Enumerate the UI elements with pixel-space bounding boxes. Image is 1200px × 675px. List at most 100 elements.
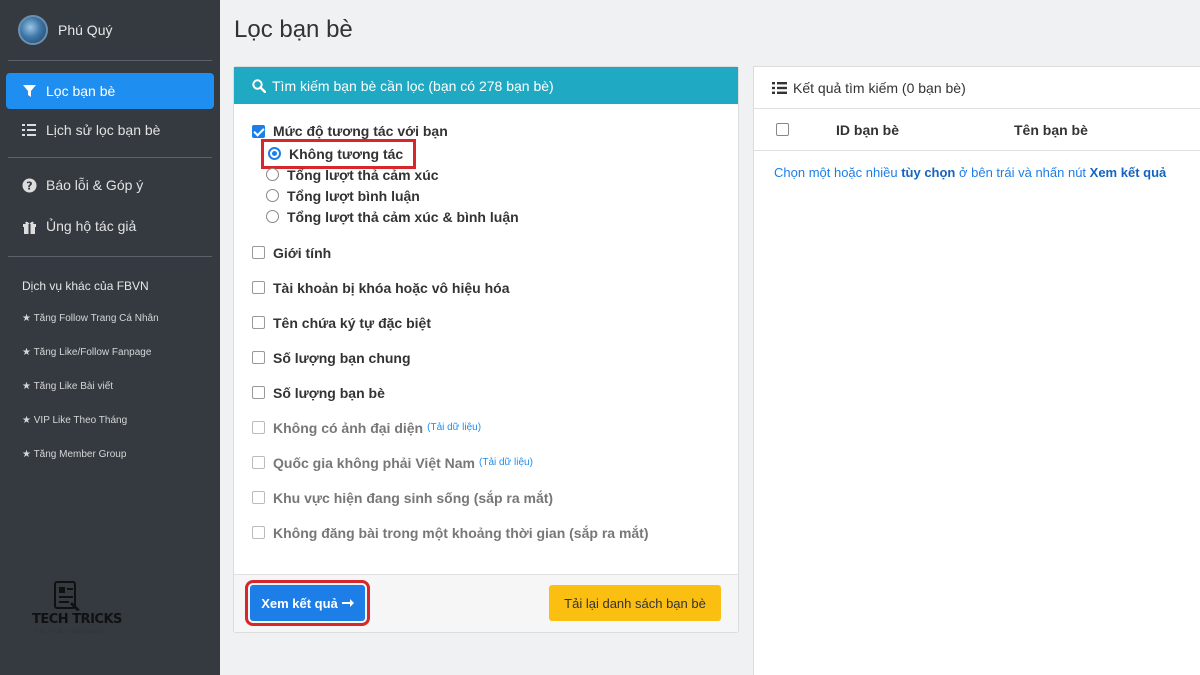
service-link[interactable]: ★ Tăng Follow Trang Cá Nhân (0, 301, 220, 335)
filter-options: Mức độ tương tác với bạn Không tương tác… (234, 104, 738, 550)
filter-panel-title: Tìm kiếm bạn bè cần lọc (bạn có 278 bạn … (272, 77, 554, 94)
main-nav: Lọc bạn bè Lịch sử lọc bạn bè (0, 61, 220, 157)
view-results-button[interactable]: Xem kết quả (245, 580, 370, 626)
hint-text: Chọn một hoặc nhiều (774, 165, 902, 180)
result-table-header: ID bạn bè Tên bạn bè (754, 109, 1200, 151)
nav-item-label: Lịch sử lọc bạn bè (46, 122, 161, 138)
empty-hint: Chọn một hoặc nhiều tùy chọn ở bên trái … (754, 151, 1200, 180)
logo-mark-icon (54, 581, 80, 611)
option-checkbox[interactable] (252, 386, 265, 399)
page-title: Lọc bạn bè (234, 16, 353, 43)
radio-label: Tổng lượt thả cảm xúc & bình luận (287, 208, 519, 225)
svg-text:?: ? (26, 179, 32, 192)
radio-button[interactable] (266, 189, 279, 202)
option-gender[interactable]: Giới tính (252, 235, 738, 270)
nav-item-filter-friends[interactable]: Lọc bạn bè (6, 73, 214, 109)
interaction-radio-group: Không tương tác Tổng lượt thả cảm xúc Tổ… (252, 138, 738, 227)
question-circle-icon: ? (20, 178, 38, 193)
radio-reactions-and-comments[interactable]: Tổng lượt thả cảm xúc & bình luận (266, 206, 738, 227)
service-link[interactable]: ★ VIP Like Theo Tháng (0, 403, 220, 437)
load-data-link[interactable]: (Tải dữ liệu) (427, 422, 481, 433)
option-label: Không có ảnh đại diện (273, 419, 424, 436)
list-icon (772, 81, 787, 94)
column-header-name: Tên bạn bè (1014, 121, 1088, 138)
option-special-chars[interactable]: Tên chứa ký tự đặc biệt (252, 305, 738, 340)
avatar[interactable] (18, 15, 48, 45)
profile[interactable]: Phú Quý (0, 0, 220, 60)
option-friend-count[interactable]: Số lượng bạn bè (252, 375, 738, 410)
sidebar: Phú Quý Lọc bạn bè Lịch sử lọc bạn bè ? … (0, 0, 220, 675)
filter-icon (20, 84, 38, 98)
result-panel: Kết quả tìm kiếm (0 bạn bè) ID bạn bè Tê… (753, 66, 1200, 675)
hint-bold: Xem kết quả (1089, 165, 1167, 180)
option-checkbox[interactable] (252, 421, 265, 434)
radio-label: Không tương tác (289, 145, 404, 162)
option-label: Khu vực hiện đang sinh sống (sắp ra mắt) (273, 489, 554, 506)
result-panel-header: Kết quả tìm kiếm (0 bạn bè) (754, 67, 1200, 109)
radio-no-interaction[interactable]: Không tương tác (260, 138, 738, 169)
nav-item-label: Ủng hộ tác giả (46, 218, 137, 234)
option-checkbox[interactable] (252, 281, 265, 294)
profile-name: Phú Quý (58, 22, 113, 38)
load-data-link[interactable]: (Tải dữ liệu) (479, 457, 533, 468)
hint-text: ở bên trái và nhấn nút (955, 165, 1090, 180)
option-label: Giới tính (273, 244, 332, 261)
radio-label: Tổng lượt thả cảm xúc (287, 166, 439, 183)
option-checkbox[interactable] (252, 526, 265, 539)
option-label: Số lượng bạn chung (273, 349, 411, 366)
radio-button[interactable] (266, 168, 279, 181)
service-link[interactable]: ★ Tăng Member Group (0, 437, 220, 471)
nav-item-label: Lọc bạn bè (46, 83, 116, 99)
radio-label: Tổng lượt bình luận (287, 187, 420, 204)
services-title: Dịch vụ khác của FBVN (22, 279, 149, 293)
option-checkbox[interactable] (252, 246, 265, 259)
interaction-level-option[interactable]: Mức độ tương tác với bạn (252, 121, 738, 141)
arrow-right-icon (341, 598, 354, 608)
interaction-level-checkbox[interactable] (252, 124, 265, 138)
service-link[interactable]: ★ Tăng Like Bài viết (0, 369, 220, 403)
nav-item-donate[interactable]: Ủng hộ tác giả (6, 207, 214, 245)
option-checkbox[interactable] (252, 351, 265, 364)
column-header-id: ID bạn bè (836, 121, 900, 138)
search-icon (252, 78, 266, 93)
option-label: Số lượng bạn bè (273, 384, 385, 401)
result-panel-title: Kết quả tìm kiếm (0 bạn bè) (793, 79, 966, 96)
hint-bold: tùy chọn (901, 165, 956, 180)
option-checkbox[interactable] (252, 316, 265, 329)
radio-total-comments[interactable]: Tổng lượt bình luận (266, 185, 738, 206)
support-nav: ? Báo lỗi & Góp ý Ủng hộ tác giả (0, 158, 220, 256)
option-mutual-friends[interactable]: Số lượng bạn chung (252, 340, 738, 375)
list-icon (20, 124, 38, 136)
option-checkbox[interactable] (252, 491, 265, 504)
radio-button[interactable] (266, 210, 279, 223)
radio-total-reactions[interactable]: Tổng lượt thả cảm xúc (266, 164, 738, 185)
option-label: Không đăng bài trong một khoảng thời gia… (273, 524, 649, 541)
filter-panel-header: Tìm kiếm bạn bè cần lọc (bạn có 278 bạn … (234, 67, 738, 104)
option-no-posts[interactable]: Không đăng bài trong một khoảng thời gia… (252, 515, 738, 550)
nav-item-filter-history[interactable]: Lịch sử lọc bạn bè (6, 112, 214, 148)
filter-panel-footer: Xem kết quả Tải lại danh sách bạn bè (234, 574, 738, 632)
option-no-avatar[interactable]: Không có ảnh đại diện (Tải dữ liệu) (252, 410, 738, 445)
option-label: Quốc gia không phải Việt Nam (273, 454, 475, 471)
services-list: ★ Tăng Follow Trang Cá Nhân ★ Tăng Like/… (0, 301, 220, 471)
other-options: Giới tính Tài khoản bị khóa hoặc vô hiệu… (252, 235, 738, 550)
option-label: Tên chứa ký tự đặc biệt (273, 314, 431, 331)
service-link[interactable]: ★ Tăng Like/Follow Fanpage (0, 335, 220, 369)
option-label: Tài khoản bị khóa hoặc vô hiệu hóa (273, 279, 510, 296)
radio-button[interactable] (268, 147, 281, 160)
option-label: Mức độ tương tác với bạn (273, 123, 448, 139)
logo-subtext: THỦ THUẬT CÔNG NGHỆ (34, 629, 104, 635)
filter-panel: Tìm kiếm bạn bè cần lọc (bạn có 278 bạn … (233, 66, 739, 633)
option-checkbox[interactable] (252, 456, 265, 469)
nav-item-report-bug[interactable]: ? Báo lỗi & Góp ý (6, 166, 214, 204)
option-living-area[interactable]: Khu vực hiện đang sinh sống (sắp ra mắt) (252, 480, 738, 515)
tech-tricks-logo: TECH TRICKS THỦ THUẬT CÔNG NGHỆ (32, 580, 122, 640)
option-not-vietnam[interactable]: Quốc gia không phải Việt Nam (Tải dữ liệ… (252, 445, 738, 480)
option-locked-account[interactable]: Tài khoản bị khóa hoặc vô hiệu hóa (252, 270, 738, 305)
gift-icon (20, 219, 38, 234)
nav-item-label: Báo lỗi & Góp ý (46, 177, 144, 193)
select-all-checkbox[interactable] (776, 123, 789, 136)
highlight-box: Không tương tác (260, 138, 417, 169)
button-label: Xem kết quả (261, 595, 338, 611)
reload-friends-button[interactable]: Tải lại danh sách bạn bè (549, 585, 721, 621)
